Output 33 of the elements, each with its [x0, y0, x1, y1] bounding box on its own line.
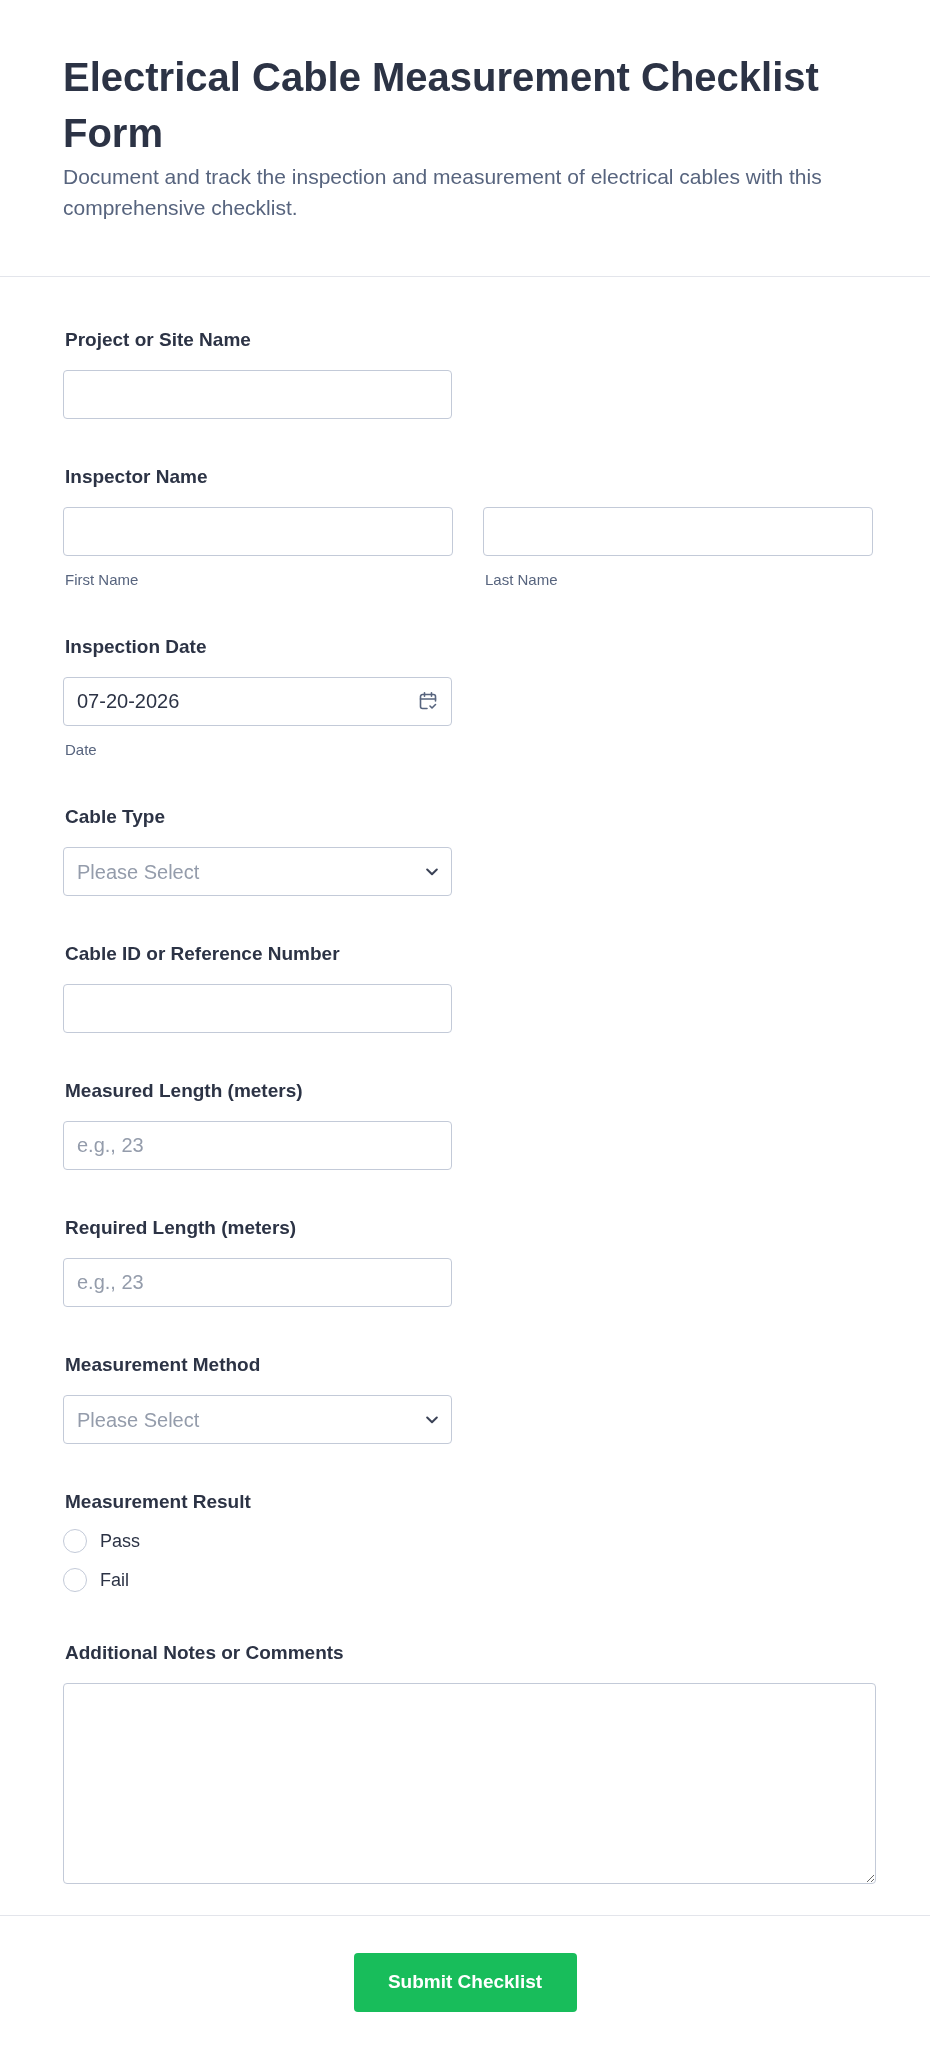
input-field[interactable] [63, 370, 452, 419]
field-label: Cable Type [65, 805, 165, 829]
field-label: Required Length (meters) [65, 1216, 297, 1240]
input-field[interactable] [63, 984, 452, 1033]
field-label: Measured Length (meters) [65, 1079, 303, 1103]
field-label: Cable ID or Reference Number [65, 942, 340, 966]
field-sublabel: Date [65, 741, 97, 759]
radio-button[interactable] [63, 1529, 87, 1553]
field-label: Measurement Result [65, 1490, 251, 1514]
dropdown-field[interactable]: Please Select [63, 847, 452, 896]
dropdown-field[interactable]: Please Select [63, 1395, 452, 1444]
field-sublabel: First Name [65, 571, 139, 589]
form-description: Document and track the inspection and measurement of electrical cables with this comprehensive checklist. [63, 164, 823, 221]
option-label: Fail [100, 1569, 129, 1592]
text-area[interactable] [63, 1683, 876, 1884]
input-field[interactable]: e.g., 23 [63, 1121, 452, 1170]
calendar-icon [419, 692, 437, 710]
field-label: Additional Notes or Comments [65, 1641, 344, 1665]
field-label: Measurement Method [65, 1353, 261, 1377]
field-label: Inspection Date [65, 635, 207, 659]
input-field[interactable]: e.g., 23 [63, 1258, 452, 1307]
form-title: Electrical Cable Measurement Checklist Form [63, 54, 820, 157]
input-field[interactable] [483, 507, 873, 556]
radio-button[interactable] [63, 1568, 87, 1592]
field-label: Inspector Name [65, 465, 208, 489]
field-sublabel: Last Name [485, 571, 558, 589]
option-label: Pass [100, 1530, 141, 1553]
submit-button[interactable]: Submit Checklist [353, 1953, 577, 2012]
field-label: Project or Site Name [65, 328, 251, 352]
input-field[interactable] [63, 507, 453, 556]
chevron-down-icon [426, 1415, 438, 1424]
date-field[interactable]: 07-20-2026 [63, 677, 452, 726]
chevron-down-icon [426, 867, 438, 876]
